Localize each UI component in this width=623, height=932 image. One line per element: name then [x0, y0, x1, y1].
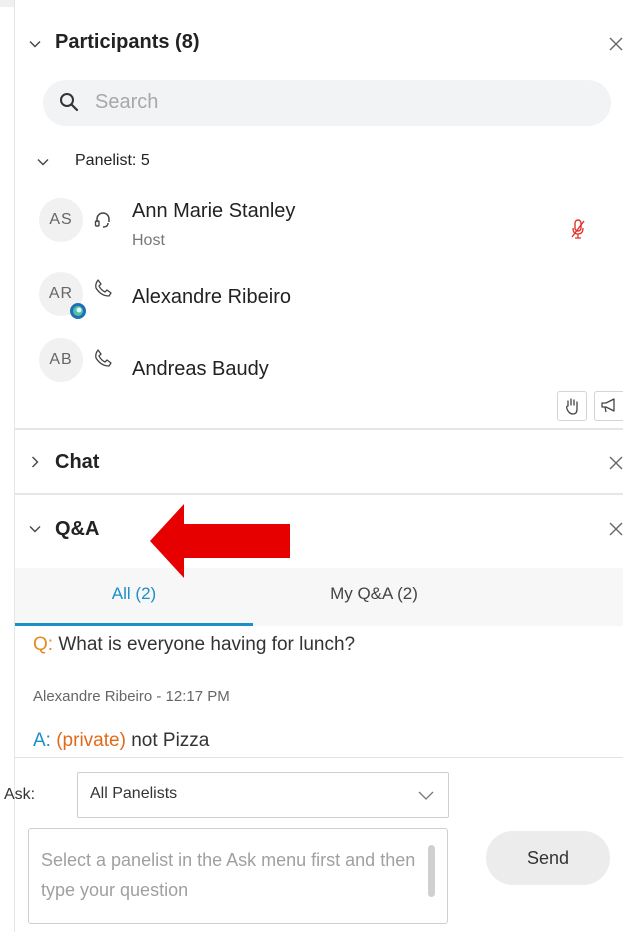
- ask-selected-value: All Panelists: [90, 785, 178, 802]
- send-button[interactable]: Send: [486, 831, 610, 885]
- section-divider: [15, 428, 623, 430]
- qa-divider: [15, 757, 623, 758]
- qa-title: Q&A: [55, 518, 100, 540]
- answer-prefix: A:: [33, 730, 51, 751]
- participant-role: Host: [132, 232, 165, 249]
- search-box[interactable]: [43, 80, 611, 126]
- answer-text: not Pizza: [125, 730, 210, 751]
- question-meta: Alexandre Ribeiro - 12:17 PM: [33, 688, 230, 705]
- headset-icon: [94, 212, 110, 228]
- raise-hand-button[interactable]: [557, 391, 587, 421]
- chat-header[interactable]: Chat: [15, 432, 623, 492]
- participants-header[interactable]: Participants (8): [15, 14, 623, 74]
- section-divider: [15, 493, 623, 495]
- participant-name: Alexandre Ribeiro: [132, 286, 291, 308]
- avatar: AS: [39, 198, 83, 242]
- ask-select[interactable]: All Panelists: [77, 772, 449, 818]
- scrollbar[interactable]: [428, 845, 435, 897]
- chevron-down-icon[interactable]: [29, 38, 41, 50]
- question-input[interactable]: [41, 845, 421, 911]
- phone-icon: [95, 279, 112, 297]
- question-textarea-box[interactable]: [28, 828, 448, 924]
- participant-name: Ann Marie Stanley: [132, 200, 296, 222]
- question-item[interactable]: Q: What is everyone having for lunch?: [33, 634, 355, 656]
- chevron-right-icon[interactable]: [29, 456, 41, 468]
- participant-row[interactable]: AS Ann Marie Stanley Host: [15, 192, 623, 254]
- chevron-down-icon[interactable]: [29, 523, 41, 535]
- chat-title: Chat: [55, 451, 100, 473]
- chevron-down-icon: [418, 791, 434, 800]
- phone-icon: [95, 349, 112, 367]
- search-input[interactable]: [93, 90, 497, 115]
- megaphone-icon: [601, 398, 615, 413]
- close-icon[interactable]: [606, 34, 623, 54]
- avatar: AB: [39, 338, 83, 382]
- participant-row[interactable]: AR Alexandre Ribeiro: [15, 266, 623, 328]
- participant-row[interactable]: AB Andreas Baudy: [15, 336, 623, 398]
- annotation-arrow: [150, 504, 290, 578]
- close-icon[interactable]: [606, 519, 623, 539]
- muted-mic-icon[interactable]: [570, 218, 586, 240]
- search-icon: [60, 93, 79, 112]
- answer-private-tag: (private): [56, 730, 126, 751]
- announce-button[interactable]: [594, 391, 623, 421]
- close-icon[interactable]: [606, 453, 623, 473]
- panelist-group-label: Panelist: 5: [75, 152, 150, 169]
- ask-label: Ask:: [4, 786, 36, 803]
- app-badge-icon: [70, 303, 86, 319]
- question-prefix: Q:: [33, 634, 54, 655]
- participant-name: Andreas Baudy: [132, 358, 269, 380]
- active-tab-indicator: [15, 623, 253, 626]
- chevron-down-icon[interactable]: [37, 156, 49, 168]
- hand-icon: [566, 398, 578, 415]
- answer-item: A: (private) not Pizza: [33, 730, 209, 752]
- qa-header[interactable]: Q&A: [15, 499, 623, 559]
- participants-title: Participants (8): [55, 31, 200, 53]
- question-text: What is everyone having for lunch?: [53, 634, 356, 655]
